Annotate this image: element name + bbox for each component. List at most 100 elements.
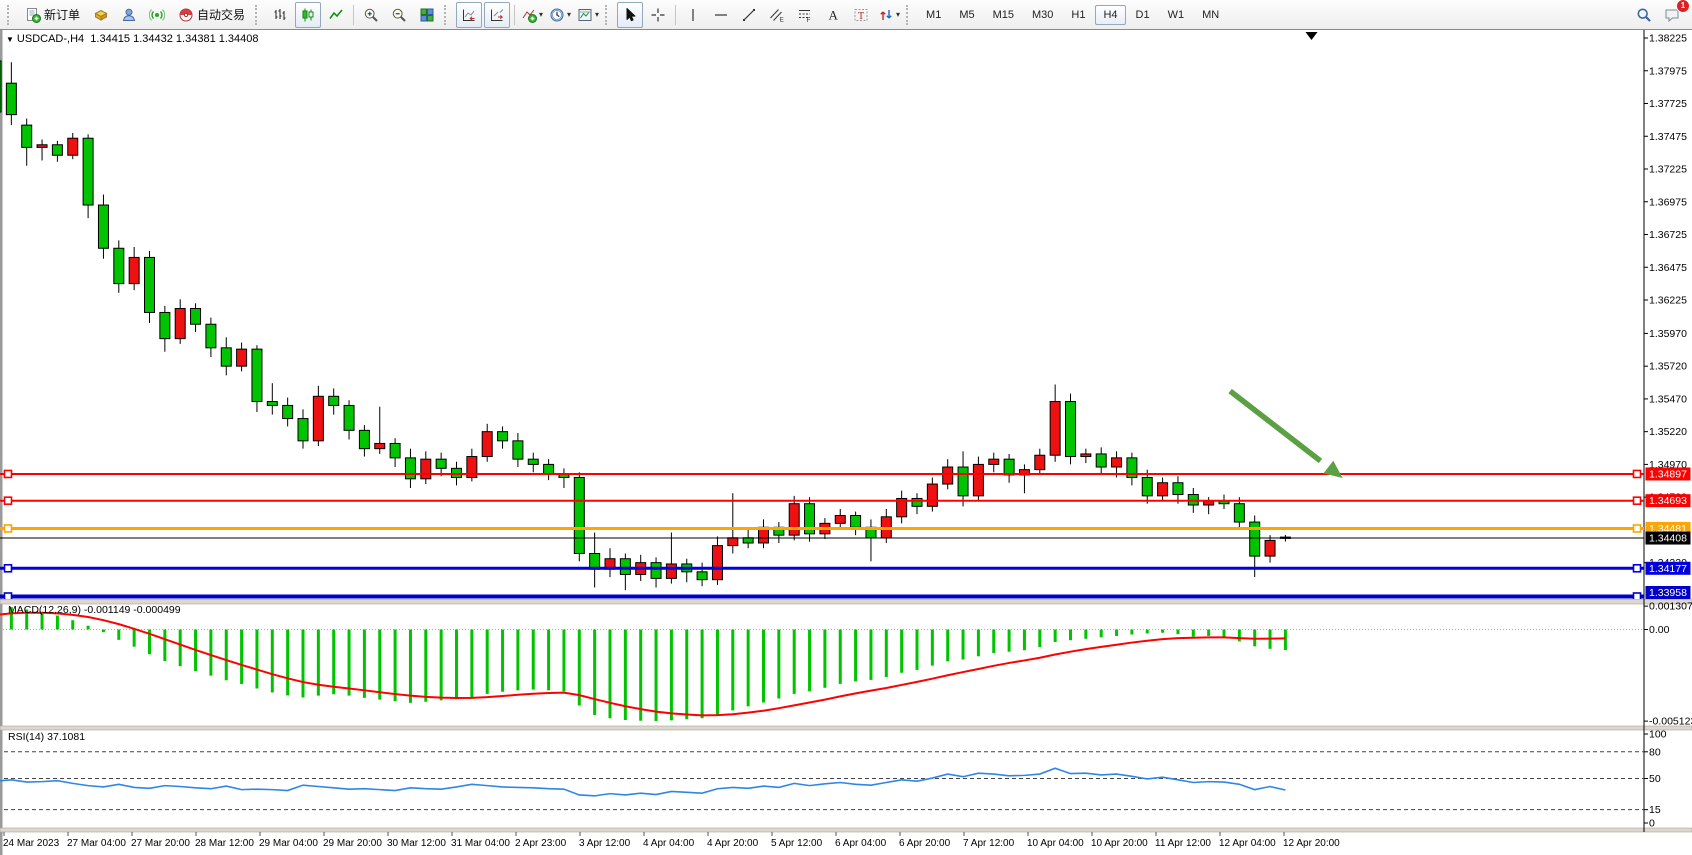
line-handle[interactable] (1634, 525, 1641, 532)
timeframe-m30-button[interactable]: M30 (1024, 5, 1061, 25)
rsi-name: RSI(14) (8, 731, 44, 743)
time-axis-label: 2 Apr 23:00 (515, 838, 567, 849)
candle (1066, 394, 1076, 465)
line-chart-icon (328, 7, 344, 23)
line-handle[interactable] (5, 497, 12, 504)
timeframe-h1-button[interactable]: H1 (1063, 5, 1093, 25)
chart-canvas[interactable]: 1.382251.379751.377251.374751.372251.369… (0, 30, 1692, 855)
profile-button[interactable] (116, 2, 142, 28)
timeframe-m1-button[interactable]: M1 (918, 5, 949, 25)
line-handle[interactable] (5, 593, 12, 600)
bar-chart-icon (272, 7, 288, 23)
arrows-icon (878, 7, 894, 23)
text-button[interactable]: A (820, 2, 846, 28)
chart-symbol-period: USDCAD-,H4 (17, 33, 84, 45)
profile-icon (121, 7, 137, 23)
timeframe-m15-button[interactable]: M15 (985, 5, 1022, 25)
price-line-badge-label: 1.34693 (1649, 495, 1687, 507)
vertical-line-button[interactable] (680, 2, 706, 28)
pane-separator[interactable] (0, 828, 1692, 832)
macd-axis-label: 0.001307 (1649, 601, 1692, 613)
auto-trading-button[interactable]: 自动交易 (172, 2, 251, 28)
tile-windows-button[interactable] (414, 2, 440, 28)
zoom-out-button[interactable] (386, 2, 412, 28)
line-handle[interactable] (1634, 497, 1641, 504)
line-handle[interactable] (1634, 470, 1641, 477)
pane-separator[interactable] (0, 600, 1692, 605)
fibonacci-button[interactable]: F (792, 2, 818, 28)
price-tick-label: 1.36975 (1649, 196, 1687, 208)
price-tick-label: 1.35220 (1649, 426, 1687, 438)
line-handle[interactable] (1634, 565, 1641, 572)
candle (0, 57, 1, 117)
crosshair-button[interactable] (645, 2, 671, 28)
chart-window-button[interactable] (88, 2, 114, 28)
price-tick-label: 1.37225 (1649, 164, 1687, 176)
price-tick-label: 1.36225 (1649, 295, 1687, 307)
auto-scroll-button[interactable] (456, 2, 482, 28)
price-line-badge-label: 1.34408 (1649, 533, 1687, 545)
market-signal-button[interactable] (144, 2, 170, 28)
toolbar-separator (675, 5, 676, 25)
bar-chart-button[interactable] (267, 2, 293, 28)
time-axis-label: 28 Mar 12:00 (195, 838, 254, 849)
equidistant-channel-button[interactable]: E (764, 2, 790, 28)
timeframe-m5-button[interactable]: M5 (951, 5, 982, 25)
search-button[interactable] (1631, 2, 1657, 28)
line-handle[interactable] (5, 470, 12, 477)
line-handle[interactable] (5, 565, 12, 572)
cursor-button[interactable] (617, 2, 643, 28)
timeframe-d1-button[interactable]: D1 (1128, 5, 1158, 25)
templates-icon (577, 7, 593, 23)
price-tick-label: 1.38225 (1649, 33, 1687, 45)
window-left-border (0, 30, 3, 855)
time-axis-label: 5 Apr 12:00 (771, 838, 823, 849)
trendline-icon (741, 7, 757, 23)
indicators-button[interactable]: ▾ (519, 2, 545, 28)
auto-trading-icon (178, 7, 194, 23)
dropdown-caret-icon: ▾ (595, 10, 599, 19)
timeframe-h4-button[interactable]: H4 (1095, 5, 1125, 25)
horizontal-line-button[interactable] (708, 2, 734, 28)
chart-background (0, 30, 1692, 855)
line-handle[interactable] (1634, 593, 1641, 600)
time-axis-label: 27 Mar 04:00 (67, 838, 126, 849)
pane-separator[interactable] (0, 726, 1692, 730)
line-chart-button[interactable] (323, 2, 349, 28)
chart-ohlc-quotes: 1.34415 1.34432 1.34381 1.34408 (90, 33, 258, 45)
time-axis-label: 11 Apr 12:00 (1155, 838, 1211, 849)
templates-button[interactable]: ▾ (575, 2, 601, 28)
price-line-badge: 1.33958 (1646, 586, 1691, 599)
chart-shift-button[interactable] (484, 2, 510, 28)
search-icon (1636, 7, 1652, 23)
zoom-in-icon (363, 7, 379, 23)
timeframe-mn-button[interactable]: MN (1194, 5, 1227, 25)
main-toolbar: 新订单自动交易▾▾▾EFAT▾M1M5M15M30H1H4D1W1MN1 (0, 0, 1692, 30)
svg-text:E: E (780, 16, 785, 23)
text-label-button[interactable]: T (848, 2, 874, 28)
trendline-button[interactable] (736, 2, 762, 28)
rsi-axis-label: 50 (1649, 773, 1661, 785)
new-order-button-label: 新订单 (44, 6, 80, 23)
time-axis-label: 10 Apr 20:00 (1091, 838, 1148, 849)
time-axis-label: 10 Apr 04:00 (1027, 838, 1084, 849)
zoom-out-icon (391, 7, 407, 23)
chart-menu-triangle-icon[interactable]: ▼ (6, 35, 14, 44)
crosshair-icon (650, 7, 666, 23)
svg-text:A: A (829, 7, 839, 22)
tile-windows-icon (419, 7, 435, 23)
periods-button[interactable]: ▾ (547, 2, 573, 28)
time-axis-label: 24 Mar 2023 (3, 838, 60, 849)
line-handle[interactable] (5, 525, 12, 532)
zoom-in-button[interactable] (358, 2, 384, 28)
candlestick-chart-button[interactable] (295, 2, 321, 28)
notifications-button[interactable]: 1 (1659, 2, 1685, 28)
arrows-button[interactable]: ▾ (876, 2, 902, 28)
timeframe-w1-button[interactable]: W1 (1160, 5, 1193, 25)
indicators-icon (521, 7, 537, 23)
candle (145, 251, 155, 323)
dropdown-caret-icon: ▾ (539, 10, 543, 19)
new-order-button[interactable]: 新订单 (19, 2, 86, 28)
auto-scroll-icon (461, 7, 477, 23)
periods-clock-icon (549, 7, 565, 23)
